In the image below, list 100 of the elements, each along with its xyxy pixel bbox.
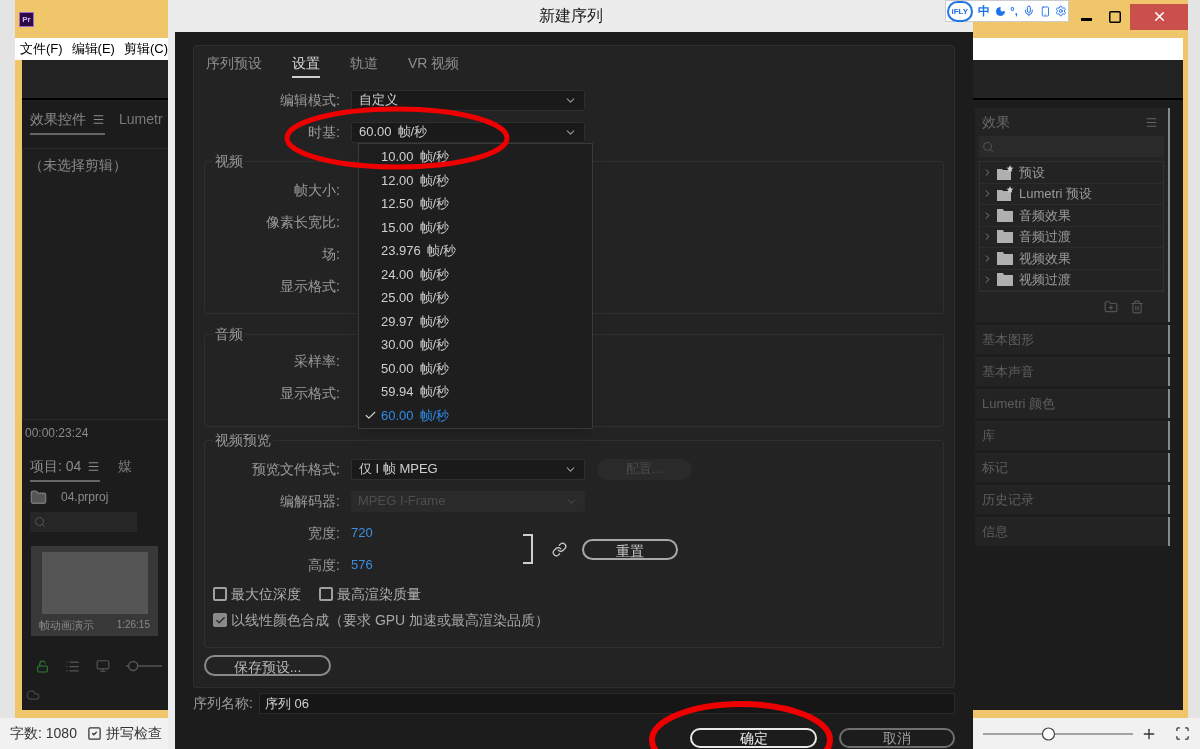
- starred-folder-icon: [997, 164, 1014, 180]
- panel-menu-icon[interactable]: [87, 460, 101, 473]
- field-label: 序列名称:: [193, 694, 253, 713]
- app-logo: Pr: [19, 11, 34, 27]
- panel-menu-icon[interactable]: [1145, 115, 1158, 129]
- project-file-name: 04.prproj: [61, 489, 109, 506]
- field-label: 预览文件格式:: [251, 459, 341, 479]
- field-label: 显示格式:: [279, 276, 341, 296]
- field-label: 宽度:: [307, 523, 341, 543]
- field-label: 像素长宽比:: [265, 212, 341, 232]
- field-label: 编辑模式:: [279, 90, 341, 110]
- timebase-option[interactable]: 12.50 帧/秒: [359, 192, 592, 216]
- spell-check-label[interactable]: 拼写检查: [105, 723, 162, 744]
- unlock-icon[interactable]: [36, 659, 49, 673]
- clip-name: 帧动画演示: [39, 618, 94, 633]
- save-preset-button[interactable]: 保存预设...: [204, 655, 331, 676]
- folder-icon: [997, 208, 1014, 222]
- starred-folder-icon: [997, 186, 1014, 202]
- tree-item[interactable]: 视频效果: [980, 248, 1163, 270]
- ifly-logo[interactable]: iFLY: [947, 0, 973, 22]
- link-icon[interactable]: [552, 541, 567, 557]
- cancel-button[interactable]: 取消: [839, 728, 955, 748]
- tree-item-label: 音频过渡: [1019, 228, 1071, 246]
- group-title: 视频: [213, 153, 245, 169]
- panel-tab[interactable]: 效果控件: [30, 109, 105, 135]
- fit-icon[interactable]: [1175, 726, 1190, 741]
- timebase-option[interactable]: 60.00 帧/秒: [359, 403, 592, 427]
- clip-thumbnail-card[interactable]: 帧动画演示 1:26:15: [31, 546, 158, 636]
- zoom-slider[interactable]: [126, 660, 162, 672]
- timebase-option[interactable]: 50.00 帧/秒: [359, 356, 592, 380]
- timebase-option[interactable]: 12.00 帧/秒: [359, 168, 592, 192]
- word-count[interactable]: 字数: 1080: [10, 723, 77, 744]
- timebase-option[interactable]: 24.00 帧/秒: [359, 262, 592, 286]
- sequence-name-field[interactable]: 序列 06: [258, 693, 955, 714]
- timebase-option[interactable]: 30.00 帧/秒: [359, 333, 592, 357]
- checkbox[interactable]: [213, 613, 227, 627]
- tree-item[interactable]: 音频效果: [980, 205, 1163, 227]
- check-icon: [214, 614, 226, 626]
- maximize-icon: [1108, 9, 1122, 24]
- moon-icon[interactable]: [994, 5, 1006, 17]
- dropdown[interactable]: 自定义: [351, 89, 585, 111]
- width-value[interactable]: 720: [351, 523, 373, 543]
- dialog-title: 新建序列: [538, 6, 603, 26]
- slider-thumb[interactable]: [1041, 726, 1056, 741]
- search-icon: [34, 516, 46, 528]
- ok-button[interactable]: 确定: [690, 728, 817, 748]
- panel-tab[interactable]: Lumetr: [119, 109, 163, 135]
- timebase-option[interactable]: 15.00 帧/秒: [359, 215, 592, 239]
- punctuation-mode[interactable]: °,: [1010, 2, 1018, 20]
- height-value[interactable]: 576: [351, 555, 373, 575]
- slider-thumb[interactable]: [127, 660, 139, 672]
- timebase-option[interactable]: 59.94 帧/秒: [359, 380, 592, 404]
- microphone-icon[interactable]: [1022, 5, 1035, 17]
- tree-item-label: 视频效果: [1019, 249, 1071, 268]
- phone-icon[interactable]: [1039, 5, 1051, 17]
- checkbox[interactable]: [213, 587, 227, 601]
- folder-icon: [997, 251, 1014, 265]
- group-title: 视频预览: [213, 432, 273, 448]
- spell-check-icon[interactable]: [86, 726, 102, 741]
- group-title: 音频: [213, 326, 245, 342]
- trash-icon[interactable]: [1130, 300, 1144, 314]
- input-mode[interactable]: 中: [977, 2, 990, 20]
- field-label: 场:: [321, 244, 341, 264]
- menu-item[interactable]: 文件(F): [20, 39, 63, 59]
- checkbox-label: 最大位深度: [231, 584, 301, 604]
- new-folder-icon[interactable]: [1104, 300, 1118, 314]
- tree-item[interactable]: 视频过渡: [980, 269, 1163, 291]
- menu-item[interactable]: 剪辑(C): [123, 39, 168, 59]
- bracket-icon: [522, 534, 534, 564]
- field-label: 帧大小:: [293, 180, 341, 200]
- dialog-tab[interactable]: 轨道: [350, 52, 378, 78]
- timebase-option[interactable]: 29.97 帧/秒: [359, 309, 592, 333]
- tree-item[interactable]: 预设: [980, 162, 1163, 184]
- zoom-slider[interactable]: [983, 726, 1133, 741]
- clip-duration: 1:26:15: [116, 618, 150, 632]
- tree-item-label: 视频过渡: [1019, 271, 1071, 289]
- tree-item[interactable]: Lumetri 预设: [980, 183, 1163, 205]
- dialog-tab[interactable]: 设置: [292, 52, 320, 78]
- panel-tab[interactable]: 项目: 04: [30, 456, 101, 482]
- settings-icon[interactable]: [1055, 5, 1067, 17]
- field-label: 显示格式:: [279, 383, 341, 403]
- menu-item[interactable]: 编辑(E): [71, 39, 115, 59]
- panel-tab[interactable]: 媒: [118, 456, 133, 482]
- dropdown[interactable]: 仅 I 帧 MPEG: [351, 458, 585, 480]
- list-view-icon[interactable]: [65, 658, 80, 674]
- dialog-tab[interactable]: 序列预设: [206, 52, 262, 78]
- icon-view-icon[interactable]: [96, 659, 110, 673]
- tree-item[interactable]: 音频过渡: [980, 226, 1163, 248]
- search-field[interactable]: [30, 512, 137, 532]
- dialog-tab[interactable]: VR 视频: [408, 52, 460, 78]
- timebase-option[interactable]: 25.00 帧/秒: [359, 286, 592, 310]
- reset-button[interactable]: 重置: [582, 538, 678, 560]
- search-field[interactable]: [979, 136, 1164, 157]
- tree-item-label: Lumetri 预设: [1019, 185, 1092, 203]
- timebase-option[interactable]: 23.976 帧/秒: [359, 239, 592, 263]
- folder-icon: [997, 230, 1014, 244]
- field-label: 高度:: [307, 555, 341, 575]
- timebase-dropdown[interactable]: 60.00 帧/秒: [351, 121, 585, 143]
- panel-menu-icon[interactable]: [92, 113, 105, 126]
- checkbox[interactable]: [319, 587, 333, 601]
